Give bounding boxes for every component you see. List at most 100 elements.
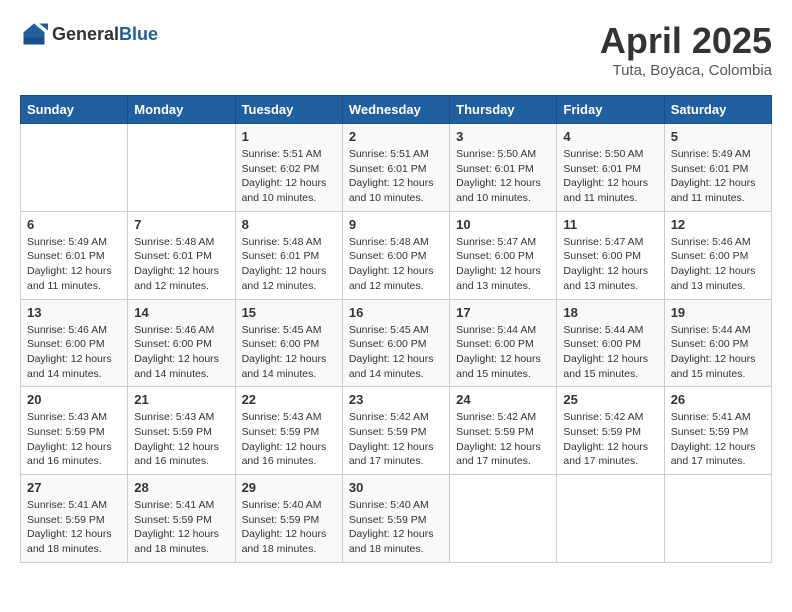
week-row-1: 1 Sunrise: 5:51 AM Sunset: 6:02 PM Dayli…	[21, 124, 772, 212]
day-info: Sunrise: 5:44 AM Sunset: 6:00 PM Dayligh…	[456, 323, 550, 382]
day-number: 5	[671, 129, 765, 144]
calendar-cell: 13 Sunrise: 5:46 AM Sunset: 6:00 PM Dayl…	[21, 299, 128, 387]
day-info: Sunrise: 5:46 AM Sunset: 6:00 PM Dayligh…	[27, 323, 121, 382]
calendar-cell: 26 Sunrise: 5:41 AM Sunset: 5:59 PM Dayl…	[664, 387, 771, 475]
day-number: 21	[134, 392, 228, 407]
day-info: Sunrise: 5:43 AM Sunset: 5:59 PM Dayligh…	[134, 410, 228, 469]
calendar-cell: 20 Sunrise: 5:43 AM Sunset: 5:59 PM Dayl…	[21, 387, 128, 475]
day-number: 10	[456, 217, 550, 232]
calendar-cell	[557, 475, 664, 563]
calendar-cell: 30 Sunrise: 5:40 AM Sunset: 5:59 PM Dayl…	[342, 475, 449, 563]
day-header-saturday: Saturday	[664, 96, 771, 124]
day-number: 7	[134, 217, 228, 232]
day-number: 30	[349, 480, 443, 495]
calendar-cell: 2 Sunrise: 5:51 AM Sunset: 6:01 PM Dayli…	[342, 124, 449, 212]
calendar-cell: 14 Sunrise: 5:46 AM Sunset: 6:00 PM Dayl…	[128, 299, 235, 387]
calendar-cell: 29 Sunrise: 5:40 AM Sunset: 5:59 PM Dayl…	[235, 475, 342, 563]
day-number: 26	[671, 392, 765, 407]
day-info: Sunrise: 5:50 AM Sunset: 6:01 PM Dayligh…	[456, 147, 550, 206]
day-info: Sunrise: 5:48 AM Sunset: 6:00 PM Dayligh…	[349, 235, 443, 294]
calendar-cell: 21 Sunrise: 5:43 AM Sunset: 5:59 PM Dayl…	[128, 387, 235, 475]
day-info: Sunrise: 5:49 AM Sunset: 6:01 PM Dayligh…	[671, 147, 765, 206]
day-info: Sunrise: 5:47 AM Sunset: 6:00 PM Dayligh…	[456, 235, 550, 294]
day-number: 1	[242, 129, 336, 144]
calendar-cell: 12 Sunrise: 5:46 AM Sunset: 6:00 PM Dayl…	[664, 211, 771, 299]
day-number: 25	[563, 392, 657, 407]
location-title: Tuta, Boyaca, Colombia	[600, 62, 772, 79]
logo-blue: Blue	[119, 24, 158, 44]
day-info: Sunrise: 5:42 AM Sunset: 5:59 PM Dayligh…	[563, 410, 657, 469]
day-number: 19	[671, 305, 765, 320]
day-number: 23	[349, 392, 443, 407]
logo-general: General	[52, 24, 119, 44]
day-number: 22	[242, 392, 336, 407]
calendar-cell	[664, 475, 771, 563]
calendar-cell: 8 Sunrise: 5:48 AM Sunset: 6:01 PM Dayli…	[235, 211, 342, 299]
day-info: Sunrise: 5:51 AM Sunset: 6:02 PM Dayligh…	[242, 147, 336, 206]
calendar-cell: 18 Sunrise: 5:44 AM Sunset: 6:00 PM Dayl…	[557, 299, 664, 387]
day-info: Sunrise: 5:48 AM Sunset: 6:01 PM Dayligh…	[242, 235, 336, 294]
day-header-friday: Friday	[557, 96, 664, 124]
calendar-cell: 25 Sunrise: 5:42 AM Sunset: 5:59 PM Dayl…	[557, 387, 664, 475]
day-number: 20	[27, 392, 121, 407]
day-number: 16	[349, 305, 443, 320]
day-info: Sunrise: 5:46 AM Sunset: 6:00 PM Dayligh…	[134, 323, 228, 382]
calendar-cell: 1 Sunrise: 5:51 AM Sunset: 6:02 PM Dayli…	[235, 124, 342, 212]
day-info: Sunrise: 5:41 AM Sunset: 5:59 PM Dayligh…	[27, 498, 121, 557]
day-info: Sunrise: 5:41 AM Sunset: 5:59 PM Dayligh…	[671, 410, 765, 469]
day-number: 18	[563, 305, 657, 320]
calendar-cell: 17 Sunrise: 5:44 AM Sunset: 6:00 PM Dayl…	[450, 299, 557, 387]
day-number: 29	[242, 480, 336, 495]
calendar-cell: 27 Sunrise: 5:41 AM Sunset: 5:59 PM Dayl…	[21, 475, 128, 563]
day-info: Sunrise: 5:47 AM Sunset: 6:00 PM Dayligh…	[563, 235, 657, 294]
day-header-wednesday: Wednesday	[342, 96, 449, 124]
calendar-cell: 7 Sunrise: 5:48 AM Sunset: 6:01 PM Dayli…	[128, 211, 235, 299]
day-info: Sunrise: 5:42 AM Sunset: 5:59 PM Dayligh…	[349, 410, 443, 469]
day-info: Sunrise: 5:43 AM Sunset: 5:59 PM Dayligh…	[242, 410, 336, 469]
calendar-cell: 16 Sunrise: 5:45 AM Sunset: 6:00 PM Dayl…	[342, 299, 449, 387]
day-info: Sunrise: 5:49 AM Sunset: 6:01 PM Dayligh…	[27, 235, 121, 294]
day-number: 12	[671, 217, 765, 232]
week-row-4: 20 Sunrise: 5:43 AM Sunset: 5:59 PM Dayl…	[21, 387, 772, 475]
calendar-cell: 22 Sunrise: 5:43 AM Sunset: 5:59 PM Dayl…	[235, 387, 342, 475]
day-number: 17	[456, 305, 550, 320]
calendar-cell: 23 Sunrise: 5:42 AM Sunset: 5:59 PM Dayl…	[342, 387, 449, 475]
day-number: 14	[134, 305, 228, 320]
calendar-cell	[450, 475, 557, 563]
day-info: Sunrise: 5:48 AM Sunset: 6:01 PM Dayligh…	[134, 235, 228, 294]
day-number: 8	[242, 217, 336, 232]
calendar-header-row: SundayMondayTuesdayWednesdayThursdayFrid…	[21, 96, 772, 124]
calendar-cell: 19 Sunrise: 5:44 AM Sunset: 6:00 PM Dayl…	[664, 299, 771, 387]
month-title: April 2025	[600, 20, 772, 62]
day-number: 9	[349, 217, 443, 232]
week-row-2: 6 Sunrise: 5:49 AM Sunset: 6:01 PM Dayli…	[21, 211, 772, 299]
day-info: Sunrise: 5:41 AM Sunset: 5:59 PM Dayligh…	[134, 498, 228, 557]
logo-text: GeneralBlue	[52, 24, 158, 45]
title-block: April 2025 Tuta, Boyaca, Colombia	[600, 20, 772, 79]
logo: GeneralBlue	[20, 20, 158, 48]
calendar-cell: 11 Sunrise: 5:47 AM Sunset: 6:00 PM Dayl…	[557, 211, 664, 299]
day-info: Sunrise: 5:43 AM Sunset: 5:59 PM Dayligh…	[27, 410, 121, 469]
day-number: 13	[27, 305, 121, 320]
day-number: 3	[456, 129, 550, 144]
day-number: 4	[563, 129, 657, 144]
calendar-cell: 28 Sunrise: 5:41 AM Sunset: 5:59 PM Dayl…	[128, 475, 235, 563]
week-row-3: 13 Sunrise: 5:46 AM Sunset: 6:00 PM Dayl…	[21, 299, 772, 387]
calendar-table: SundayMondayTuesdayWednesdayThursdayFrid…	[20, 95, 772, 563]
day-info: Sunrise: 5:45 AM Sunset: 6:00 PM Dayligh…	[349, 323, 443, 382]
calendar-cell: 10 Sunrise: 5:47 AM Sunset: 6:00 PM Dayl…	[450, 211, 557, 299]
calendar-cell	[128, 124, 235, 212]
day-info: Sunrise: 5:51 AM Sunset: 6:01 PM Dayligh…	[349, 147, 443, 206]
week-row-5: 27 Sunrise: 5:41 AM Sunset: 5:59 PM Dayl…	[21, 475, 772, 563]
day-info: Sunrise: 5:44 AM Sunset: 6:00 PM Dayligh…	[671, 323, 765, 382]
calendar-cell: 9 Sunrise: 5:48 AM Sunset: 6:00 PM Dayli…	[342, 211, 449, 299]
day-number: 27	[27, 480, 121, 495]
page-header: GeneralBlue April 2025 Tuta, Boyaca, Col…	[20, 20, 772, 79]
day-info: Sunrise: 5:40 AM Sunset: 5:59 PM Dayligh…	[242, 498, 336, 557]
day-number: 15	[242, 305, 336, 320]
calendar-cell: 24 Sunrise: 5:42 AM Sunset: 5:59 PM Dayl…	[450, 387, 557, 475]
day-info: Sunrise: 5:42 AM Sunset: 5:59 PM Dayligh…	[456, 410, 550, 469]
day-info: Sunrise: 5:46 AM Sunset: 6:00 PM Dayligh…	[671, 235, 765, 294]
day-number: 24	[456, 392, 550, 407]
day-info: Sunrise: 5:44 AM Sunset: 6:00 PM Dayligh…	[563, 323, 657, 382]
